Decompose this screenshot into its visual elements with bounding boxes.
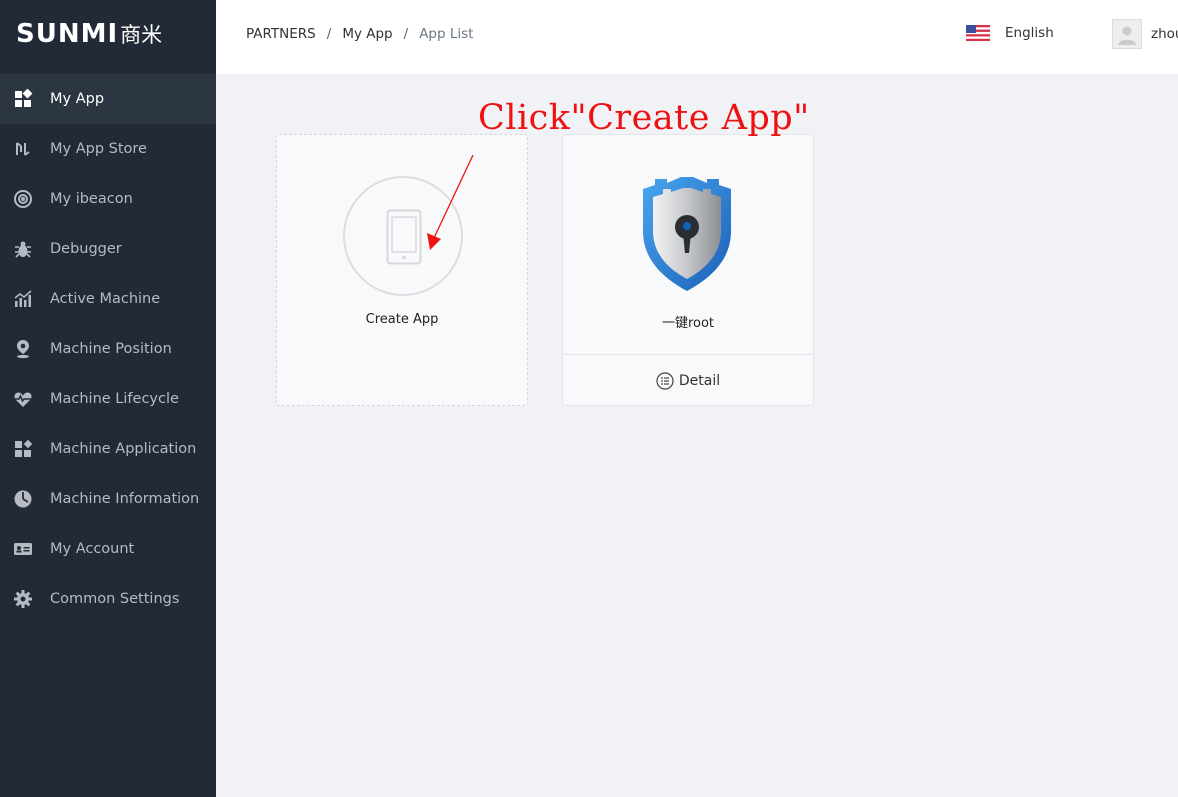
sidebar-item-label: Debugger [50,241,122,257]
sidebar-item-machine-position[interactable]: Machine Position [0,324,216,374]
create-app-label: Create App [365,312,439,327]
chart-icon [13,289,33,309]
sidebar-item-machine-application[interactable]: Machine Application [0,424,216,474]
sidebar-item-label: My ibeacon [50,191,133,207]
sidebar-item-my-account[interactable]: My Account [0,524,216,574]
sidebar-item-label: My App [50,91,105,107]
sidebar-item-machine-information[interactable]: Machine Information [0,474,216,524]
gear-icon [13,589,33,609]
detail-button[interactable]: Detail [563,355,813,406]
language-label: English [1005,25,1054,41]
breadcrumb-separator: / [326,26,332,42]
sidebar-item-label: Common Settings [50,591,180,607]
apps-icon [13,439,33,459]
sidebar-item-label: Machine Application [50,441,197,457]
sidebar: SUNMI 商米 My App My App Store My ibeacon [0,0,216,797]
sidebar-menu: My App My App Store My ibeacon Debugger … [0,74,216,624]
app-name: 一键root [661,316,715,331]
instruction-annotation: Click"Create App" [478,98,810,138]
create-app-card[interactable]: Create App [276,134,528,406]
bug-icon [13,239,33,259]
sidebar-item-my-app[interactable]: My App [0,74,216,124]
location-pin-icon [13,339,33,359]
sidebar-item-machine-lifecycle[interactable]: Machine Lifecycle [0,374,216,424]
language-switcher[interactable]: English [966,25,1054,41]
phone-icon [386,209,422,265]
sidebar-item-label: Active Machine [50,291,161,307]
sidebar-item-label: Machine Information [50,491,200,507]
shield-lock-icon [643,177,731,291]
top-header: PARTNERS / My App / App List English zho… [216,0,1178,74]
sidebar-item-label: My App Store [50,141,147,157]
sidebar-item-my-app-store[interactable]: My App Store [0,124,216,174]
detail-label: Detail [678,372,721,389]
grid-icon [13,89,33,109]
user-menu[interactable]: zhou [1112,19,1178,49]
sidebar-item-label: My Account [50,541,135,557]
sidebar-item-active-machine[interactable]: Active Machine [0,274,216,324]
sidebar-item-label: Machine Lifecycle [50,391,179,407]
breadcrumb: PARTNERS / My App / App List [246,26,473,42]
breadcrumb-my-app[interactable]: My App [342,26,392,42]
app-card[interactable]: 一键root Detail [562,134,814,406]
breadcrumb-separator: / [403,26,409,42]
store-icon [13,139,33,159]
beacon-icon [13,189,33,209]
user-silhouette-icon [1118,26,1136,45]
logo-cn-text: 商米 [120,23,163,47]
breadcrumb-app-list: App List [419,26,474,42]
pie-icon [13,489,33,509]
sunmi-logo[interactable]: SUNMI 商米 [16,18,162,50]
avatar [1112,19,1142,49]
create-app-circle [343,176,463,296]
heartbeat-icon [13,389,33,409]
sidebar-item-common-settings[interactable]: Common Settings [0,574,216,624]
list-icon [656,371,674,390]
id-card-icon [13,539,33,559]
username: zhou [1151,26,1178,42]
us-flag-icon [966,25,990,41]
sidebar-item-debugger[interactable]: Debugger [0,224,216,274]
sidebar-item-label: Machine Position [50,341,172,357]
breadcrumb-partners[interactable]: PARTNERS [246,26,316,42]
sidebar-item-my-ibeacon[interactable]: My ibeacon [0,174,216,224]
logo-text: SUNMI [16,19,119,49]
